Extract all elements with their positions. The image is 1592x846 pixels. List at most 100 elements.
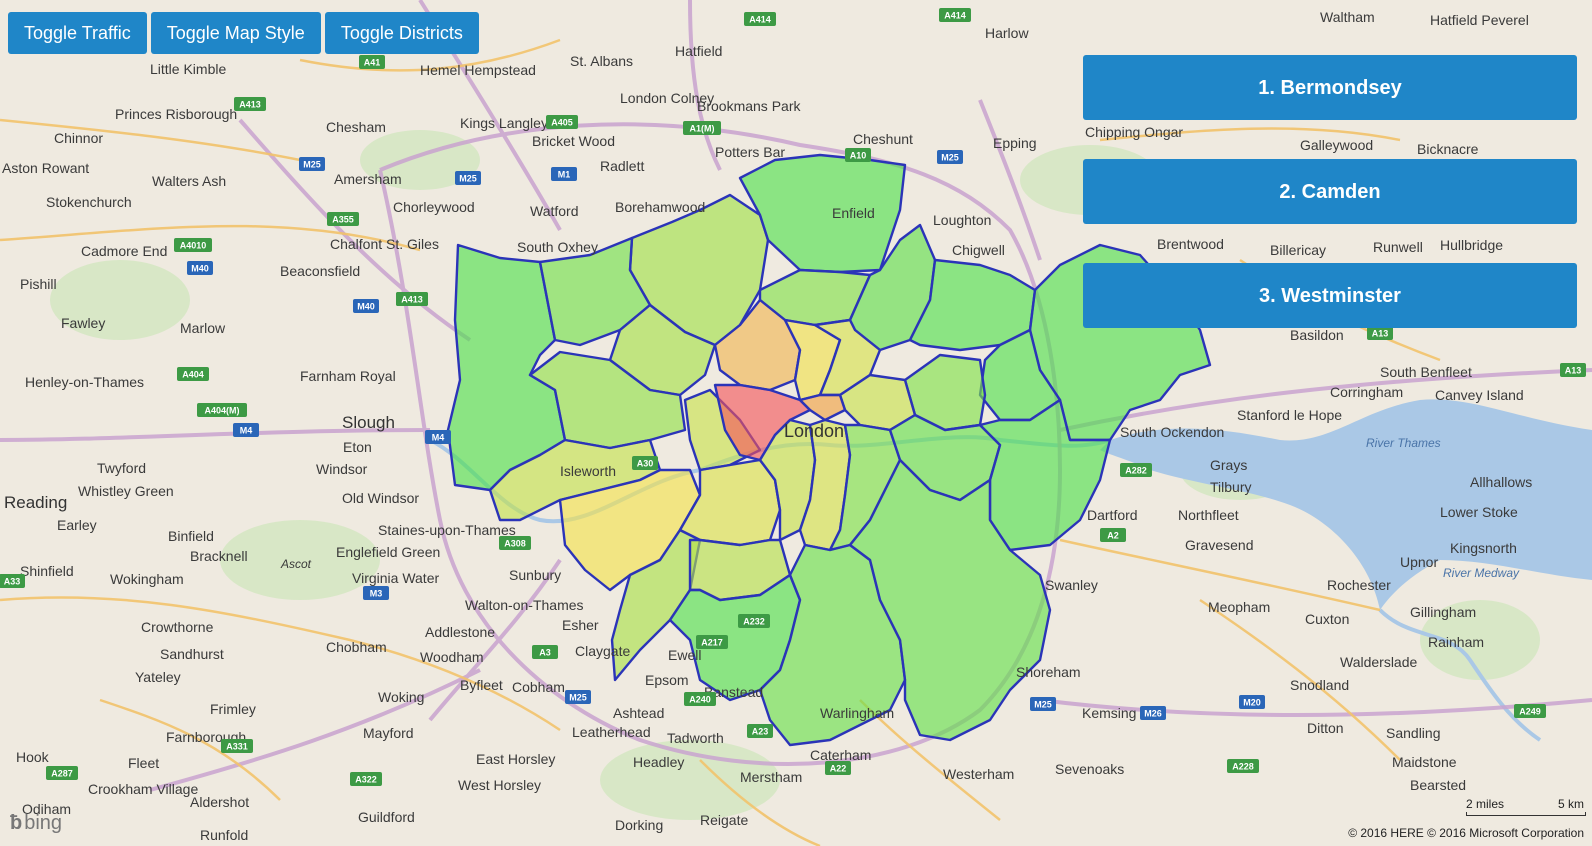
road-shield-label: A232 <box>743 617 765 627</box>
road-shield-label: A414 <box>944 11 966 21</box>
svg-text:Bearsted: Bearsted <box>1410 777 1466 793</box>
road-shield: A2 <box>1100 528 1126 542</box>
svg-text:Swanley: Swanley <box>1045 577 1098 593</box>
svg-text:Guildford: Guildford <box>358 809 415 825</box>
rank-2-button[interactable]: 2. Camden <box>1083 159 1577 224</box>
svg-text:Pishill: Pishill <box>20 276 57 292</box>
rank-1-button[interactable]: 1. Bermondsey <box>1083 55 1577 120</box>
svg-text:Walton-on-Thames: Walton-on-Thames <box>465 597 584 613</box>
road-shield: A10 <box>845 148 871 162</box>
road-shield: A217 <box>696 635 728 649</box>
road-shield: A414 <box>939 8 971 22</box>
svg-text:Esher: Esher <box>562 617 599 633</box>
svg-text:Woodham: Woodham <box>420 649 484 665</box>
road-shield-label: M25 <box>941 153 959 163</box>
road-shield: A404(M) <box>197 403 247 417</box>
svg-text:Farnham Royal: Farnham Royal <box>300 368 396 384</box>
svg-text:Byfleet: Byfleet <box>460 677 503 693</box>
road-shield: A322 <box>350 772 382 786</box>
svg-text:Ascot: Ascot <box>280 557 312 571</box>
road-shield: A282 <box>1120 463 1152 477</box>
road-shield: A22 <box>825 761 851 775</box>
road-shield: A3 <box>532 645 558 659</box>
svg-text:Rainham: Rainham <box>1428 634 1484 650</box>
road-shield-label: A405 <box>551 118 573 128</box>
road-shield-label: A322 <box>355 775 377 785</box>
road-shield-label: M25 <box>303 160 321 170</box>
road-shield: M25 <box>1030 697 1056 711</box>
road-shield: A331 <box>221 739 253 753</box>
svg-text:Epsom: Epsom <box>645 672 689 688</box>
svg-text:East Horsley: East Horsley <box>476 751 555 767</box>
svg-text:River Medway: River Medway <box>1443 566 1520 580</box>
svg-text:Watford: Watford <box>530 203 579 219</box>
svg-text:River Thames: River Thames <box>1366 436 1441 450</box>
svg-text:Sunbury: Sunbury <box>509 567 561 583</box>
svg-text:Little Kimble: Little Kimble <box>150 61 226 77</box>
road-shield-label: A10 <box>850 151 867 161</box>
svg-text:Wokingham: Wokingham <box>110 571 184 587</box>
road-shield: A33 <box>0 574 25 588</box>
road-shield-label: A41 <box>364 58 381 68</box>
toggle-map-style-button[interactable]: Toggle Map Style <box>150 12 321 54</box>
svg-text:Fawley: Fawley <box>61 315 105 331</box>
road-shield: A414 <box>744 12 776 26</box>
road-shield-label: A3 <box>539 648 551 658</box>
svg-text:Amersham: Amersham <box>334 171 402 187</box>
road-shield: A228 <box>1227 759 1259 773</box>
svg-text:Chinnor: Chinnor <box>54 130 103 146</box>
svg-text:Fleet: Fleet <box>128 755 159 771</box>
svg-text:Beaconsfield: Beaconsfield <box>280 263 360 279</box>
toggle-traffic-button[interactable]: Toggle Traffic <box>8 12 147 54</box>
svg-text:Maidstone: Maidstone <box>1392 754 1457 770</box>
road-shield-label: M4 <box>432 433 445 443</box>
road-shield-label: A1(M) <box>690 124 715 134</box>
toggle-districts-button[interactable]: Toggle Districts <box>324 12 479 54</box>
svg-text:Leatherhead: Leatherhead <box>572 724 651 740</box>
svg-text:Addlestone: Addlestone <box>425 624 495 640</box>
road-shield: A355 <box>327 212 359 226</box>
road-shield: A405 <box>546 115 578 129</box>
road-shield-label: A282 <box>1125 466 1147 476</box>
svg-text:Ashtead: Ashtead <box>613 705 664 721</box>
svg-text:Windsor: Windsor <box>316 461 368 477</box>
road-shield: A249 <box>1514 704 1546 718</box>
map-toolbar: Toggle Traffic Toggle Map Style Toggle D… <box>8 12 479 54</box>
svg-text:Henley-on-Thames: Henley-on-Thames <box>25 374 144 390</box>
road-shield-label: A287 <box>51 769 73 779</box>
svg-text:Chobham: Chobham <box>326 639 387 655</box>
svg-text:Cadmore End: Cadmore End <box>81 243 167 259</box>
svg-text:Snodland: Snodland <box>1290 677 1349 693</box>
svg-text:Stokenchurch: Stokenchurch <box>46 194 132 210</box>
road-shield: M40 <box>187 261 213 275</box>
svg-text:Merstham: Merstham <box>740 769 802 785</box>
road-shield: M1 <box>551 167 577 181</box>
svg-text:Walderslade: Walderslade <box>1340 654 1418 670</box>
road-shield-label: A414 <box>749 15 771 25</box>
road-shield-label: M25 <box>1034 700 1052 710</box>
road-shield: A287 <box>46 766 78 780</box>
svg-text:Potters Bar: Potters Bar <box>715 144 785 160</box>
svg-text:Shoreham: Shoreham <box>1016 664 1081 680</box>
road-shield-label: A13 <box>1565 366 1582 376</box>
svg-text:Marlow: Marlow <box>180 320 226 336</box>
svg-text:South Ockendon: South Ockendon <box>1120 424 1224 440</box>
road-shield-label: M20 <box>1243 698 1261 708</box>
road-shield: M25 <box>299 157 325 171</box>
road-shield-label: M1 <box>558 170 571 180</box>
svg-text:Eton: Eton <box>343 439 372 455</box>
svg-text:Isleworth: Isleworth <box>560 463 616 479</box>
bing-logo[interactable]: ƀ bing <box>10 812 62 835</box>
svg-text:Canvey Island: Canvey Island <box>1435 387 1524 403</box>
rank-3-button[interactable]: 3. Westminster <box>1083 263 1577 328</box>
svg-text:Headley: Headley <box>633 754 684 770</box>
road-shield-label: M3 <box>370 589 383 599</box>
svg-text:Bricket Wood: Bricket Wood <box>532 133 615 149</box>
road-shield-label: A355 <box>332 215 354 225</box>
svg-text:Borehamwood: Borehamwood <box>615 199 705 215</box>
svg-text:Walters Ash: Walters Ash <box>152 173 226 189</box>
road-shield: A308 <box>499 536 531 550</box>
svg-text:Dartford: Dartford <box>1087 507 1138 523</box>
svg-text:Aldershot: Aldershot <box>190 794 249 810</box>
svg-text:Cobham: Cobham <box>512 679 565 695</box>
